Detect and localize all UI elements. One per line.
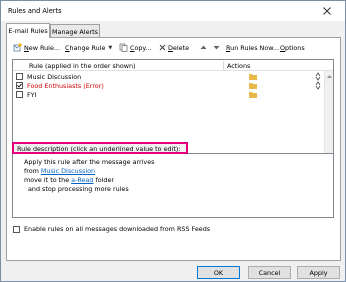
apply-label: Apply (309, 269, 328, 277)
close-button[interactable] (314, 4, 340, 18)
close-icon (323, 7, 331, 15)
ok-label: OK (213, 269, 224, 277)
folder-icon (249, 91, 257, 100)
rule-row-food-enthusiasts[interactable]: Food Enthusiasts (Error) (13, 81, 323, 90)
delete-label: Delete (168, 44, 189, 52)
change-rule-button[interactable]: Change Rule ▼ (65, 42, 112, 54)
title-bar: Rules and Alerts (1, 1, 345, 21)
description-folder-text: folder (93, 176, 115, 184)
rule-name: FYI (27, 91, 37, 99)
arrow-up-icon (200, 44, 207, 53)
new-rule-icon (13, 42, 22, 54)
copy-icon (119, 43, 128, 54)
rule-enabled-checkbox[interactable] (16, 73, 23, 80)
rule-name: Music Discussion (27, 73, 82, 81)
description-move-text: move it to the (24, 176, 72, 184)
move-up-button[interactable] (200, 42, 207, 54)
options-label: Options (280, 44, 305, 52)
arrow-down-icon (213, 44, 220, 53)
delete-icon (159, 44, 166, 53)
rule-row-music-discussion[interactable]: Music Discussion (13, 72, 323, 81)
scroll-up-icon[interactable] (326, 73, 333, 80)
description-from-text: from (24, 167, 41, 175)
ok-button[interactable]: OK (197, 266, 240, 279)
enable-rss-rules-option[interactable]: Enable rules on all messages downloaded … (13, 225, 210, 233)
apply-button[interactable]: Apply (297, 266, 340, 279)
copy-button[interactable]: Copy... (119, 42, 151, 54)
description-line-2: from Music Discussion (24, 167, 95, 175)
new-rule-label: New Rule... (24, 44, 60, 52)
rule-enabled-checkbox[interactable] (16, 91, 23, 98)
rules-toolbar: New Rule... Change Rule ▼ Copy... Delete… (7, 42, 340, 54)
copy-label: Copy... (130, 44, 152, 52)
move-down-button[interactable] (213, 42, 220, 54)
rule-enabled-checkbox[interactable] (16, 82, 23, 89)
description-line-1: Apply this rule after the message arrive… (24, 158, 155, 166)
rule-row-fyi[interactable]: FYI (13, 90, 323, 99)
column-header-actions[interactable]: Actions (227, 62, 250, 70)
enable-rss-checkbox[interactable] (13, 225, 20, 233)
rule-description-label: Rule description (click an underlined va… (12, 142, 188, 154)
options-button[interactable]: Options (280, 42, 305, 54)
delete-button[interactable]: Delete (159, 42, 189, 54)
tab-email-rules[interactable]: E-mail Rules (6, 23, 50, 38)
folder-link[interactable]: a-Read (71, 176, 93, 184)
rule-description-box: Apply this rule after the message arrive… (12, 153, 334, 218)
tab-manage-alerts[interactable]: Manage Alerts (50, 24, 100, 37)
tab-manage-alerts-label: Manage Alerts (52, 28, 98, 36)
enable-rss-label: Enable rules on all messages downloaded … (24, 225, 211, 233)
checkmark-icon (17, 83, 22, 88)
tab-email-rules-label: E-mail Rules (8, 27, 48, 35)
cancel-button[interactable]: Cancel (248, 266, 291, 279)
new-rule-button[interactable]: New Rule... (13, 42, 60, 54)
sender-link[interactable]: Music Discussion (41, 167, 95, 175)
chevron-down-icon: ▼ (108, 45, 113, 51)
rule-name: Food Enthusiasts (Error) (27, 82, 104, 90)
rules-and-alerts-dialog: Rules and Alerts E-mail Rules Manage Ale… (0, 0, 346, 282)
rules-list-header: Rule (applied in the order shown) Action… (13, 60, 333, 71)
description-line-4: and stop processing more rules (28, 185, 129, 193)
cancel-label: Cancel (258, 269, 281, 277)
column-header-rule[interactable]: Rule (applied in the order shown) (29, 62, 136, 70)
run-rules-now-label: Run Rules Now... (226, 44, 279, 52)
change-rule-label: Change Rule (65, 44, 106, 52)
window-title: Rules and Alerts (8, 7, 62, 15)
column-divider (223, 61, 224, 70)
run-rules-now-button[interactable]: Run Rules Now... (226, 42, 279, 54)
email-rules-panel: New Rule... Change Rule ▼ Copy... Delete… (6, 37, 341, 261)
description-line-3: move it to the a-Read folder (24, 176, 114, 184)
